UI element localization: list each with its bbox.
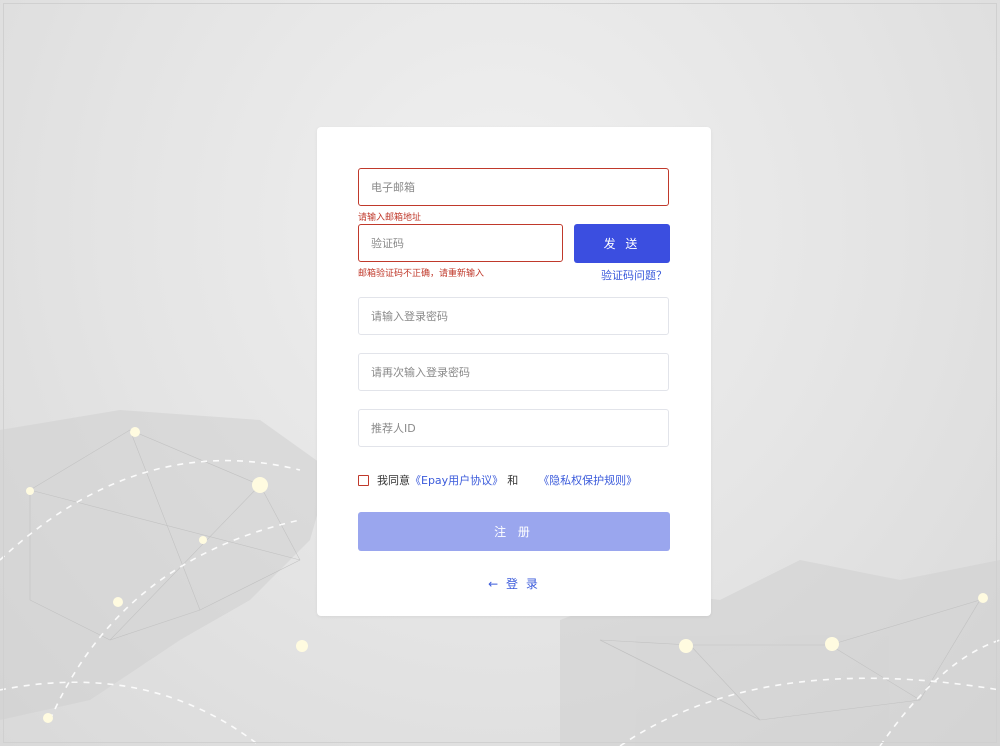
user-agreement-link[interactable]: 《Epay用户协议》	[410, 472, 503, 488]
register-card: 请输入邮箱地址 发 送 邮箱验证码不正确，请重新输入 验证码问题？ 我同意 《E…	[317, 127, 711, 616]
send-code-button[interactable]: 发 送	[574, 224, 670, 263]
agreement-row: 我同意 《Epay用户协议》 和 《隐私权保护规则》	[358, 472, 637, 488]
email-error-text: 请输入邮箱地址	[358, 213, 422, 223]
login-label: 登 录	[506, 577, 540, 591]
password-field-wrapper	[358, 297, 669, 335]
and-text: 和	[507, 474, 519, 487]
agree-text: 我同意	[377, 474, 410, 487]
code-help-link[interactable]: 验证码问题？	[601, 267, 667, 283]
arrow-left-icon: ←	[488, 577, 501, 591]
email-field-wrapper	[358, 168, 669, 206]
register-button[interactable]: 注 册	[358, 512, 670, 551]
referrer-id-input[interactable]	[359, 410, 668, 446]
verification-code-input[interactable]	[359, 225, 562, 261]
back-to-login-link[interactable]: ← 登 录	[317, 575, 711, 592]
code-error-text: 邮箱验证码不正确，请重新输入	[358, 269, 485, 279]
referrer-field-wrapper	[358, 409, 669, 447]
code-field-wrapper	[358, 224, 563, 262]
password-confirm-field-wrapper	[358, 353, 669, 391]
agree-checkbox[interactable]	[358, 474, 369, 486]
password-confirm-input[interactable]	[359, 354, 668, 390]
email-input[interactable]	[359, 169, 668, 205]
privacy-policy-link[interactable]: 《隐私权保护规则》	[538, 472, 637, 488]
password-input[interactable]	[359, 298, 668, 334]
